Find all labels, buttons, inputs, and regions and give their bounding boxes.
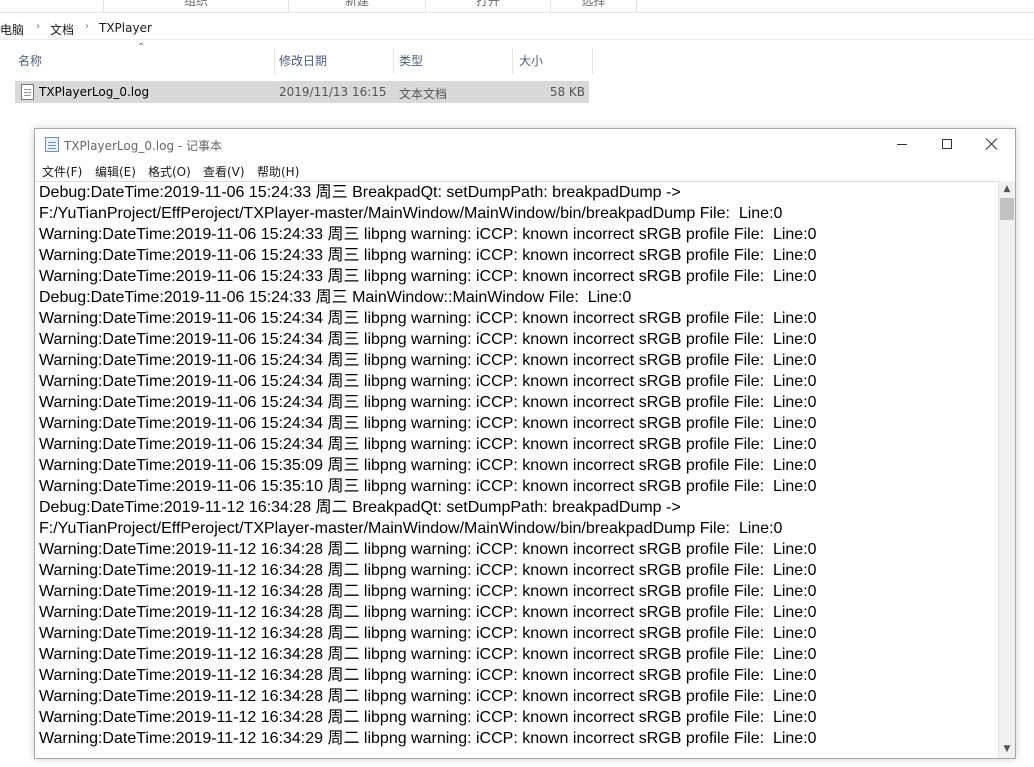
maximize-icon (942, 139, 952, 149)
ribbon-group-label: 打开 (475, 0, 500, 8)
file-date: 2019/11/13 16:15 (279, 85, 387, 99)
text-line: Warning:DateTime:2019-11-06 15:24:34 周三 … (39, 373, 817, 390)
minimize-button[interactable] (879, 129, 925, 160)
text-line: Warning:DateTime:2019-11-06 15:24:33 周三 … (39, 226, 817, 243)
text-line: Warning:DateTime:2019-11-06 15:35:09 周三 … (39, 457, 817, 474)
menu-help[interactable]: 帮助(H) (257, 163, 299, 180)
text-line: Warning:DateTime:2019-11-12 16:34:28 周二 … (39, 604, 817, 621)
menu-file[interactable]: 文件(F) (42, 163, 82, 180)
text-line: Warning:DateTime:2019-11-06 15:35:10 周三 … (39, 478, 817, 495)
text-line: Debug:DateTime:2019-11-06 15:24:33 周三 Br… (39, 184, 681, 201)
scroll-up-icon[interactable]: ▲ (999, 181, 1015, 198)
text-line: Warning:DateTime:2019-11-06 15:24:34 周三 … (39, 436, 817, 453)
menu-edit[interactable]: 编辑(E) (95, 163, 136, 180)
text-line: Debug:DateTime:2019-11-12 16:34:28 周二 Br… (39, 499, 681, 516)
column-divider[interactable] (592, 48, 593, 74)
text-line: Warning:DateTime:2019-11-12 16:34:28 周二 … (39, 541, 817, 558)
text-line: Warning:DateTime:2019-11-06 15:24:34 周三 … (39, 310, 817, 327)
editor-lines: Debug:DateTime:2019-11-06 15:24:33 周三 Br… (39, 182, 817, 749)
scrollbar-thumb[interactable] (1000, 198, 1014, 220)
breadcrumb-item-txplayer[interactable]: TXPlayer (99, 21, 152, 35)
menu-format[interactable]: 格式(O) (148, 163, 191, 180)
close-button[interactable] (969, 129, 1015, 160)
breadcrumb-item-pc[interactable]: 电脑 (0, 21, 24, 38)
ribbon-group-select[interactable]: 选择 (550, 0, 637, 12)
column-header-date[interactable]: 修改日期 (279, 48, 391, 74)
ribbon-group-label: 新建 (344, 0, 369, 8)
vertical-scrollbar[interactable]: ▲ ▼ (998, 181, 1015, 758)
text-line: Warning:DateTime:2019-11-06 15:24:34 周三 … (39, 394, 817, 411)
column-divider[interactable] (393, 48, 394, 74)
column-divider[interactable] (274, 48, 275, 74)
text-line: Warning:DateTime:2019-11-12 16:34:28 周二 … (39, 583, 817, 600)
maximize-button[interactable] (924, 129, 970, 160)
text-editor[interactable]: Debug:DateTime:2019-11-06 15:24:33 周三 Br… (35, 181, 1015, 758)
text-line: F:/YuTianProject/EffPeroject/TXPlayer-ma… (39, 520, 783, 537)
text-line: Warning:DateTime:2019-11-06 15:24:33 周三 … (39, 268, 817, 285)
breadcrumb-item-documents[interactable]: 文档 (50, 21, 74, 38)
text-line: Warning:DateTime:2019-11-06 15:24:34 周三 … (39, 415, 817, 432)
notepad-titlebar[interactable]: TXPlayerLog_0.log - 记事本 (35, 129, 1015, 161)
chevron-right-icon[interactable]: › (85, 21, 89, 32)
text-line: Warning:DateTime:2019-11-12 16:34:28 周二 … (39, 667, 817, 684)
text-line: Warning:DateTime:2019-11-12 16:34:28 周二 … (39, 625, 817, 642)
file-size: 58 KB (549, 85, 585, 99)
ribbon-group-open[interactable]: 打开 (425, 0, 550, 12)
text-line: Warning:DateTime:2019-11-12 16:34:29 周二 … (39, 730, 817, 747)
close-icon (986, 138, 998, 150)
text-line: Warning:DateTime:2019-11-06 15:24:34 周三 … (39, 331, 817, 348)
text-line: Warning:DateTime:2019-11-12 16:34:28 周二 … (39, 688, 817, 705)
chevron-right-icon[interactable]: › (36, 21, 40, 32)
ribbon-group-label: 组织 (183, 0, 208, 8)
text-line: F:/YuTianProject/EffPeroject/TXPlayer-ma… (39, 205, 783, 222)
file-type: 文本文档 (399, 87, 448, 101)
menu-view[interactable]: 查看(V) (203, 163, 245, 180)
text-line: Warning:DateTime:2019-11-06 15:24:33 周三 … (39, 247, 817, 264)
breadcrumb[interactable]: 电脑 › 文档 › TXPlayer (0, 16, 1034, 40)
column-divider[interactable] (512, 48, 513, 74)
column-header-name[interactable]: 名称 (18, 48, 273, 74)
column-header-size[interactable]: 大小 (519, 48, 589, 74)
menu-bar: 文件(F) 编辑(E) 格式(O) 查看(V) 帮助(H) (35, 161, 1015, 181)
file-name: TXPlayerLog_0.log (39, 85, 150, 99)
column-header-type[interactable]: 类型 (399, 48, 509, 74)
text-line: Warning:DateTime:2019-11-06 15:24:34 周三 … (39, 352, 817, 369)
ribbon-group-label: 选择 (581, 0, 606, 8)
text-file-icon (21, 84, 34, 100)
text-line: Warning:DateTime:2019-11-12 16:34:28 周二 … (39, 709, 817, 726)
minimize-icon (897, 144, 907, 145)
ribbon-group-organize[interactable]: 组织 (103, 0, 288, 12)
notepad-icon[interactable] (45, 137, 59, 152)
window-title: TXPlayerLog_0.log - 记事本 (64, 139, 223, 153)
notepad-window: TXPlayerLog_0.log - 记事本 文件(F) 编辑(E) 格式(O… (34, 128, 1016, 759)
file-row[interactable]: TXPlayerLog_0.log 2019/11/13 16:15 文本文档 … (15, 81, 589, 103)
text-line: Warning:DateTime:2019-11-12 16:34:28 周二 … (39, 562, 817, 579)
ribbon-group-new[interactable]: 新建 (288, 0, 425, 12)
scroll-down-icon[interactable]: ▼ (999, 741, 1015, 758)
ribbon-group-bar: 组织 新建 打开 选择 (0, 0, 1034, 13)
text-line: Debug:DateTime:2019-11-06 15:24:33 周三 Ma… (39, 289, 632, 306)
text-line: Warning:DateTime:2019-11-12 16:34:28 周二 … (39, 646, 817, 663)
